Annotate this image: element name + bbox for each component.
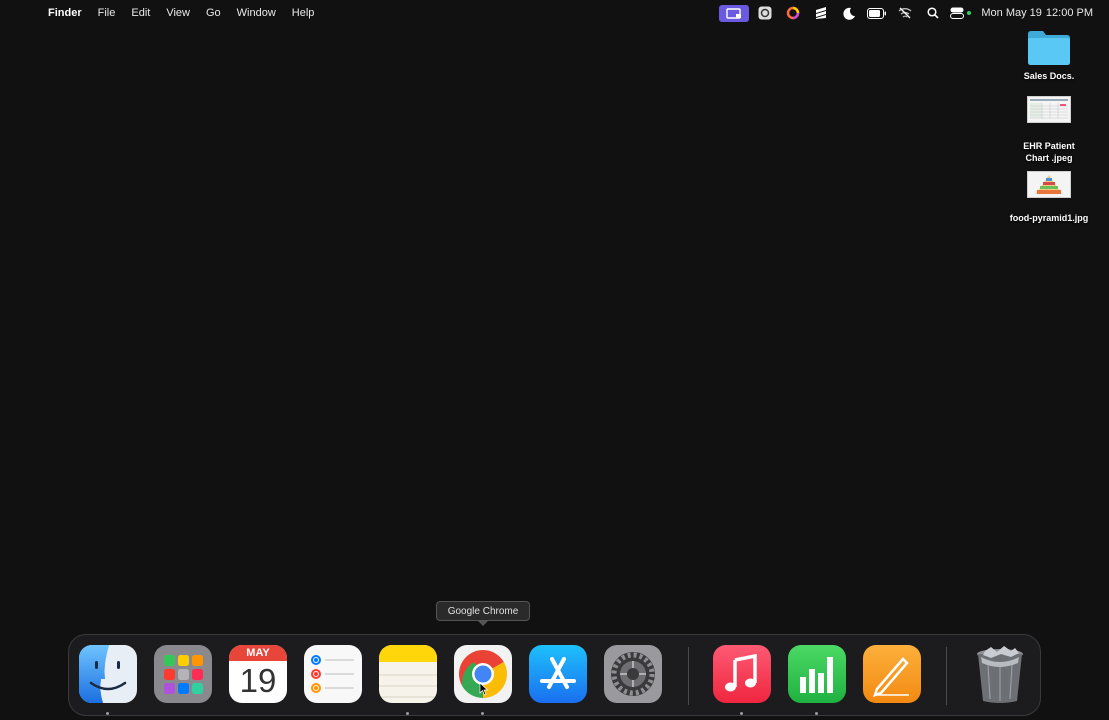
dock-app-music[interactable] [713,645,771,703]
clock-date: Mon May 19 [981,7,1042,19]
menu-window[interactable]: Window [229,0,284,26]
dock-app-notes[interactable] [379,645,437,703]
wifi-off-icon[interactable] [891,0,919,26]
dock-app-system-settings[interactable] [604,645,662,703]
desktop-item-label: Sales Docs. [1023,71,1075,81]
dock-app-trash[interactable] [971,645,1029,703]
desktop-item-ehr-patient-chart[interactable]: EHR Patient Chart .jpeg [1001,96,1097,164]
desktop-item-food-pyramid[interactable]: food-pyramid1.jpg [1001,171,1097,224]
pen-icon [863,645,921,703]
dock-app-finder[interactable] [79,645,137,703]
calendar-month: MAY [229,645,287,661]
menu-finder[interactable]: Finder [40,0,90,26]
running-indicator-finder [106,712,109,715]
folder-icon [1028,31,1070,65]
settings-app-icon[interactable] [751,0,779,26]
running-indicator-music [740,712,743,715]
menu-file[interactable]: File [90,0,124,26]
reminders-icon [304,645,362,703]
menu-bar: Finder File Edit View Go Window Help Mon… [0,0,1109,26]
menu-view[interactable]: View [158,0,198,26]
battery-icon[interactable] [863,0,891,26]
desktop-item-label: EHR Patient Chart .jpeg [1023,140,1075,164]
finder-icon [79,645,137,703]
clock-time: 12:00 PM [1045,7,1093,19]
tooltip-arrow [478,621,488,626]
chrome-icon [454,645,512,703]
dock-app-reminders[interactable] [304,645,362,703]
dock-app-numbers[interactable] [788,645,846,703]
desktop-item-label: food-pyramid1.jpg [1009,213,1089,223]
search-icon[interactable] [919,0,947,26]
notes-icon [379,645,437,703]
menu-edit[interactable]: Edit [123,0,158,26]
menu-go[interactable]: Go [198,0,229,26]
desktop-item-label-line2: Chart .jpeg [1025,153,1073,163]
dock-app-calendar[interactable]: MAY 19 [229,645,287,703]
desktop-item-label-line1: EHR Patient [1023,141,1075,151]
trash-icon [977,646,1023,703]
dock-app-launchpad[interactable] [154,645,212,703]
dock: MAY 19 [68,634,1041,716]
dock-tooltip: Google Chrome [436,601,530,621]
menu-help[interactable]: Help [284,0,323,26]
running-indicator-numbers [815,712,818,715]
dock-app-app-store[interactable] [529,645,587,703]
moon-icon[interactable] [835,0,863,26]
gear-icon [604,645,662,703]
screen-share-icon[interactable] [717,0,751,26]
dock-separator [946,647,947,705]
running-indicator-notes [406,712,409,715]
launchpad-icon [154,645,212,703]
music-note-icon [713,645,771,703]
menubar-clock[interactable]: Mon May 19 12:00 PM [975,7,1109,19]
dock-app-pages[interactable] [863,645,921,703]
color-ring-icon[interactable] [779,0,807,26]
dock-separator [688,647,689,705]
pyramid-thumbnail-icon [1027,171,1071,198]
calendar-day: 19 [239,662,277,699]
dock-app-google-chrome[interactable] [454,645,512,703]
stack-icon[interactable] [807,0,835,26]
desktop-item-sales-docs[interactable]: Sales Docs. [1001,28,1097,82]
spreadsheet-thumbnail-icon [1027,96,1071,123]
bar-chart-icon [788,645,846,703]
running-indicator-chrome [481,712,484,715]
app-store-icon [529,645,587,703]
control-center-icon[interactable] [947,0,975,26]
